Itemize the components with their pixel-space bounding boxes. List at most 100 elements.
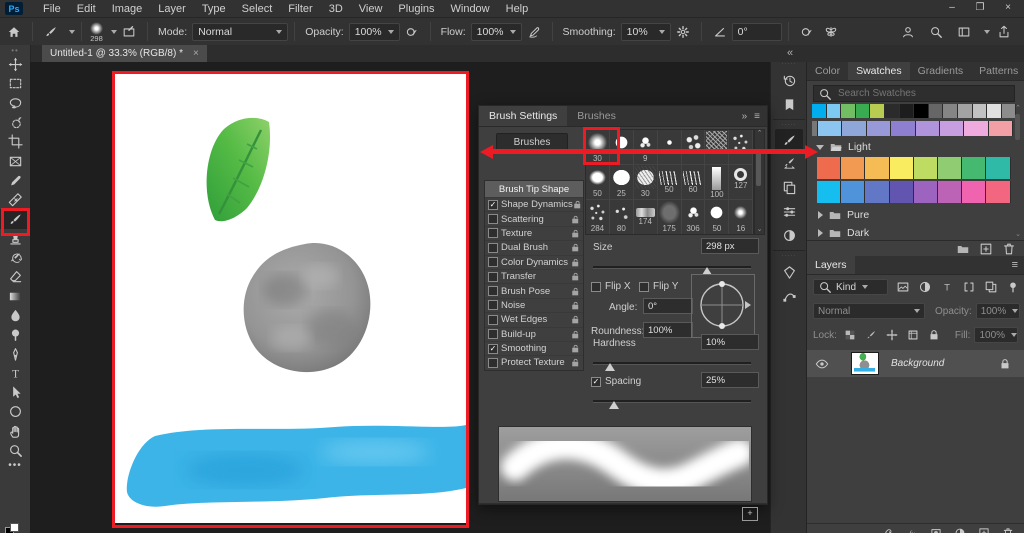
menu-select[interactable]: Select xyxy=(234,3,281,15)
color-swatch[interactable] xyxy=(987,104,1002,118)
spacing-field[interactable]: 25% xyxy=(701,372,759,388)
healing-brush-tool[interactable] xyxy=(0,190,30,209)
color-swatch[interactable] xyxy=(928,104,944,118)
tab-gradients[interactable]: Gradients xyxy=(910,62,972,80)
mode-select[interactable]: Normal xyxy=(192,22,289,41)
size-slider[interactable] xyxy=(593,266,751,275)
menu-plugins[interactable]: Plugins xyxy=(390,3,442,15)
brush-preset-cell[interactable]: 16 xyxy=(729,200,753,234)
color-swatch[interactable] xyxy=(891,121,916,136)
gradient-tool[interactable] xyxy=(0,287,30,306)
workspace-icon[interactable] xyxy=(957,25,971,39)
menu-filter[interactable]: Filter xyxy=(280,3,320,15)
quick-selection-tool[interactable] xyxy=(0,113,30,132)
tab-brushes[interactable]: Brushes xyxy=(567,106,626,126)
brush-option-color-dynamics[interactable]: Color Dynamics xyxy=(485,254,583,269)
color-swatch[interactable] xyxy=(937,157,963,179)
layer-style-icon[interactable]: fx xyxy=(906,527,918,533)
filter-smart-object-icon[interactable] xyxy=(984,280,998,294)
angle-field[interactable]: 0° xyxy=(731,22,782,41)
brush-preset-cell[interactable]: 174 xyxy=(634,200,658,234)
zoom-tool[interactable] xyxy=(0,441,30,460)
type-tool[interactable]: T xyxy=(0,364,30,383)
layer-name[interactable]: Background xyxy=(891,358,944,369)
toggle-brush-settings-icon[interactable] xyxy=(122,25,136,39)
smoothing-gear-icon[interactable] xyxy=(676,25,690,39)
minimize-button[interactable]: – xyxy=(938,0,966,16)
properties-icon[interactable] xyxy=(771,199,807,223)
menu-layer[interactable]: Layer xyxy=(150,3,194,15)
menu-edit[interactable]: Edit xyxy=(69,3,104,15)
brush-preset-cell[interactable]: 100 xyxy=(705,165,730,200)
roundness-field[interactable]: 100% xyxy=(643,322,693,338)
tab-brush-settings[interactable]: Brush Settings xyxy=(479,106,568,126)
new-group-icon[interactable] xyxy=(956,242,970,256)
brush-option-dual-brush[interactable]: Dual Brush xyxy=(485,240,583,254)
color-swatch[interactable] xyxy=(962,181,987,203)
color-swatch[interactable] xyxy=(865,157,890,179)
shape-tool[interactable] xyxy=(0,402,30,421)
canvas[interactable] xyxy=(115,74,466,523)
tab-close-icon[interactable]: × xyxy=(193,48,199,59)
menu-help[interactable]: Help xyxy=(498,3,537,15)
color-swatch[interactable] xyxy=(855,104,871,118)
opacity-select[interactable]: 100% xyxy=(348,22,400,41)
brush-option-protect-texture[interactable]: Protect Texture xyxy=(485,355,583,369)
swatch-group-light[interactable]: Light xyxy=(816,140,871,154)
blur-tool[interactable] xyxy=(0,306,30,325)
color-swatch[interactable] xyxy=(842,121,867,136)
symmetry-icon[interactable] xyxy=(824,25,838,39)
new-adjustment-icon[interactable] xyxy=(954,527,966,533)
swatches-scrollbar[interactable]: ⌃ ⌄ xyxy=(1014,104,1022,238)
clone-source-icon[interactable] xyxy=(771,175,807,199)
edit-toolbar-icon[interactable]: ••• xyxy=(0,460,30,471)
color-swatch[interactable] xyxy=(943,104,958,118)
tab-swatches[interactable]: Swatches xyxy=(848,62,910,80)
new-swatch-icon[interactable] xyxy=(979,242,993,256)
color-swatch[interactable] xyxy=(817,181,842,203)
visibility-eye-icon[interactable] xyxy=(815,357,829,371)
color-swatch[interactable] xyxy=(817,157,842,179)
flow-select[interactable]: 100% xyxy=(470,22,522,41)
styles-icon[interactable] xyxy=(771,260,807,284)
swatch-group-pure[interactable]: Pure xyxy=(818,208,869,222)
brushes-icon[interactable] xyxy=(771,151,807,175)
toolbar-grip[interactable]: •• xyxy=(0,45,30,55)
brush-settings-icon[interactable] xyxy=(775,129,803,151)
color-swatch[interactable] xyxy=(889,157,914,179)
color-swatch[interactable] xyxy=(964,121,989,136)
brush-preset-cell[interactable]: 127 xyxy=(729,165,753,200)
brush-preset-cell[interactable]: 9 xyxy=(633,130,658,165)
menu-3d[interactable]: 3D xyxy=(321,3,351,15)
spacing-slider[interactable] xyxy=(593,400,751,409)
color-swatch[interactable] xyxy=(962,157,987,179)
brush-preset-cell[interactable]: 175 xyxy=(658,200,682,234)
brush-option-texture[interactable]: Texture xyxy=(485,225,583,240)
color-swatch[interactable] xyxy=(939,121,965,136)
share-icon[interactable] xyxy=(997,25,1011,39)
color-swatch[interactable] xyxy=(841,181,866,203)
menu-type[interactable]: Type xyxy=(194,3,234,15)
lock-position-icon[interactable] xyxy=(885,328,899,342)
hand-tool[interactable] xyxy=(0,422,30,441)
tool-preset-brush-icon[interactable] xyxy=(44,25,58,39)
move-tool[interactable] xyxy=(0,55,30,74)
dodge-tool[interactable] xyxy=(0,325,30,344)
color-swatch[interactable] xyxy=(841,157,866,179)
color-swatch[interactable] xyxy=(988,121,1014,136)
brush-preset-cell[interactable]: 50 xyxy=(705,200,730,234)
kind-filter-select[interactable]: Kind xyxy=(813,279,888,295)
account-icon[interactable] xyxy=(901,25,915,39)
new-layer-icon[interactable] xyxy=(978,527,990,533)
add-mask-icon[interactable] xyxy=(930,527,942,533)
search-icon[interactable] xyxy=(929,25,943,39)
rectangular-marquee-tool[interactable] xyxy=(0,74,30,93)
menu-file[interactable]: File xyxy=(35,3,69,15)
color-swatch[interactable] xyxy=(986,157,1011,179)
smoothing-select[interactable]: 10% xyxy=(620,22,671,41)
delete-layer-icon[interactable] xyxy=(1002,527,1014,533)
paths-icon[interactable] xyxy=(771,284,807,308)
brush-option-shape-dynamics[interactable]: ✓ Shape Dynamics xyxy=(485,197,583,211)
menu-view[interactable]: View xyxy=(351,3,391,15)
brush-option-build-up[interactable]: Build-up xyxy=(485,326,583,341)
